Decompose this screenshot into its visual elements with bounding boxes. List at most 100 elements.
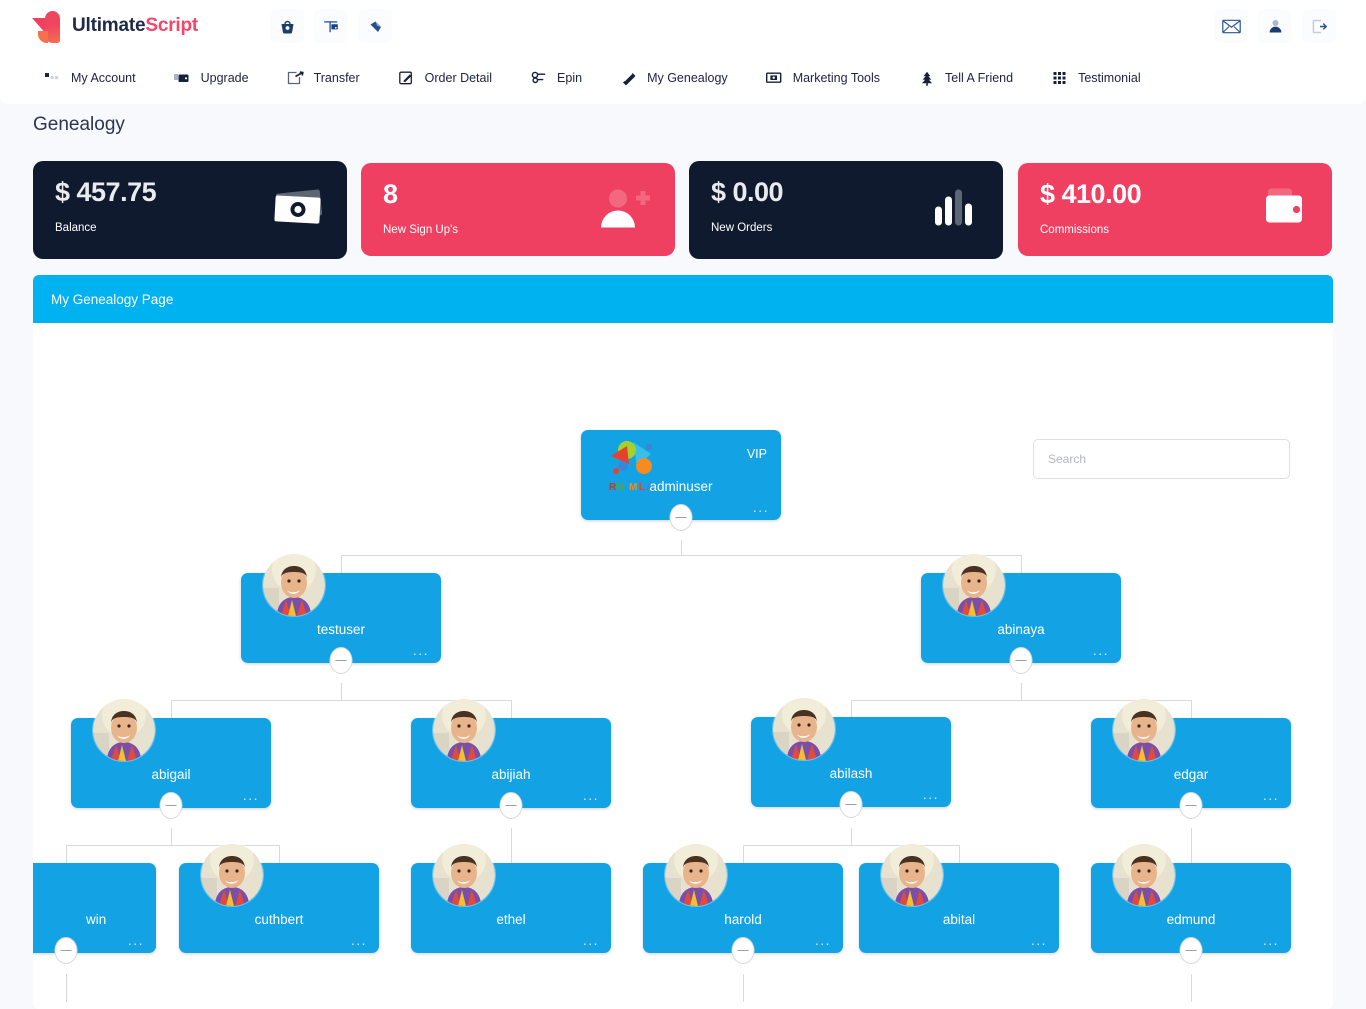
tree-node-cuthbert[interactable]: cuthbert ... (179, 844, 379, 953)
tree-node-win[interactable]: win ... (33, 863, 156, 964)
tree-link (1191, 700, 1192, 718)
tree-link (511, 828, 512, 863)
node-menu-button[interactable]: ... (351, 933, 367, 947)
node-collapse-toggle[interactable] (1179, 792, 1203, 819)
mail-icon-button[interactable] (1214, 9, 1248, 43)
node-collapse-toggle[interactable] (839, 791, 863, 818)
node-name: edmund (1166, 912, 1216, 927)
tree-node-abigail[interactable]: abigail ... (71, 699, 271, 819)
node-collapse-toggle[interactable] (54, 937, 78, 964)
logout-icon-button[interactable] (1302, 9, 1336, 43)
tree-link (341, 683, 342, 700)
nav-label: Order Detail (424, 71, 493, 85)
tree-link (279, 845, 280, 863)
user-icon (1269, 19, 1281, 32)
node-name: testuser (316, 622, 366, 637)
node-menu-button[interactable]: ... (753, 500, 769, 514)
ticket-icon-button[interactable] (358, 9, 393, 43)
top-bar: UltimateScript (0, 0, 1366, 52)
node-menu-button[interactable]: ... (923, 787, 939, 801)
tree-link (1191, 828, 1192, 863)
node-name: abijiah (491, 767, 531, 782)
avatar (881, 844, 943, 906)
nav-item-upgrade[interactable]: Upgrade (173, 70, 249, 86)
brand-name-secondary: Script (145, 15, 199, 36)
node-collapse-toggle[interactable] (731, 937, 755, 964)
nav-item-order-detail[interactable]: Order Detail (398, 70, 492, 86)
nav-item-marketing-tools[interactable]: Marketing Tools (765, 70, 880, 86)
tree-node-abijiah[interactable]: abijiah ... (411, 699, 611, 819)
tree-node-abilash[interactable]: abilash ... (751, 698, 951, 818)
tree-node-edgar[interactable]: edgar ... (1091, 699, 1291, 819)
nav-label: Testimonial (1078, 71, 1141, 85)
basket-icon-button[interactable] (270, 9, 305, 43)
tree-link (851, 700, 852, 718)
transfer-icon (287, 70, 305, 86)
nav-item-tell-a-friend[interactable]: Tell A Friend (918, 70, 1013, 86)
nav-item-testimonial[interactable]: Testimonial (1051, 70, 1141, 86)
nav-item-my-account[interactable]: My Account (44, 70, 136, 86)
node-collapse-toggle[interactable] (1179, 937, 1203, 964)
node-name: ethel (496, 912, 526, 927)
node-name: adminuser (649, 479, 713, 494)
node-collapse-toggle[interactable] (1009, 647, 1033, 674)
tree-link (743, 974, 744, 1002)
brand-logo[interactable]: UltimateScript (32, 8, 198, 44)
dashboard-icon (44, 70, 62, 86)
node-collapse-toggle[interactable] (329, 647, 353, 674)
node-menu-button[interactable]: ... (1031, 933, 1047, 947)
stat-card-new-signups: 8 New Sign Up's (361, 163, 675, 256)
nav-item-transfer[interactable]: Transfer (287, 70, 360, 86)
add-user-icon (595, 186, 653, 233)
node-name: abital (942, 912, 976, 927)
tree-link (66, 974, 67, 1002)
node-menu-button[interactable]: ... (583, 788, 599, 802)
tree-link (66, 845, 279, 846)
node-menu-button[interactable]: ... (1263, 788, 1279, 802)
avatar (93, 699, 155, 761)
node-menu-button[interactable]: ... (815, 933, 831, 947)
panel-header-title: My Genealogy Page (51, 291, 174, 307)
genealogy-tree: R M M L A VIP adminuser ... testuser ...… (33, 323, 1333, 1009)
mail-icon (1221, 19, 1241, 33)
genealogy-panel: R M M L A VIP adminuser ... (33, 323, 1333, 1009)
node-menu-button[interactable]: ... (583, 933, 599, 947)
top-right-icons (1214, 9, 1336, 43)
node-menu-button[interactable]: ... (1263, 933, 1279, 947)
avatar (665, 844, 727, 906)
nav-label: My Genealogy (647, 71, 728, 85)
tree-link (1021, 683, 1022, 700)
node-menu-button[interactable]: ... (1093, 643, 1109, 657)
brand-name-primary: Ultimate (72, 15, 146, 36)
nav-item-epin[interactable]: Epin (530, 70, 582, 86)
tree-node-adminuser[interactable]: R M M L A VIP adminuser ... (581, 430, 781, 531)
node-name: abilash (829, 766, 873, 781)
node-menu-button[interactable]: ... (128, 933, 144, 947)
node-menu-button[interactable]: ... (413, 643, 429, 657)
node-name: win (86, 912, 107, 927)
node-name: cuthbert (254, 912, 304, 927)
panel-header: My Genealogy Page (33, 275, 1333, 323)
stat-card-commissions: $ 410.00 Commissions (1018, 163, 1332, 256)
node-collapse-toggle[interactable] (159, 792, 183, 819)
nav-label: Tell A Friend (945, 71, 1014, 85)
banner-icon-button[interactable] (314, 9, 349, 43)
nav-item-my-genealogy[interactable]: My Genealogy (620, 70, 728, 86)
profile-icon-button[interactable] (1258, 9, 1292, 43)
avatar (201, 844, 263, 906)
node-collapse-toggle[interactable] (499, 792, 523, 819)
tree-node-testuser[interactable]: testuser ... (241, 554, 441, 674)
tell-a-friend-icon (918, 70, 936, 86)
node-name: abigail (151, 767, 191, 782)
tree-node-abinaya[interactable]: abinaya ... (921, 554, 1121, 674)
node-menu-button[interactable]: ... (243, 788, 259, 802)
tree-node-ethel[interactable]: ethel ... (411, 844, 611, 953)
tree-node-abital[interactable]: abital ... (859, 844, 1059, 953)
node-collapse-toggle[interactable] (669, 504, 693, 531)
genealogy-icon (620, 70, 638, 86)
avatar (433, 844, 495, 906)
tree-link (171, 700, 172, 718)
tree-node-harold[interactable]: harold ... (643, 844, 843, 964)
nav-label: Upgrade (200, 71, 249, 85)
tree-node-edmund[interactable]: edmund ... (1091, 844, 1291, 964)
